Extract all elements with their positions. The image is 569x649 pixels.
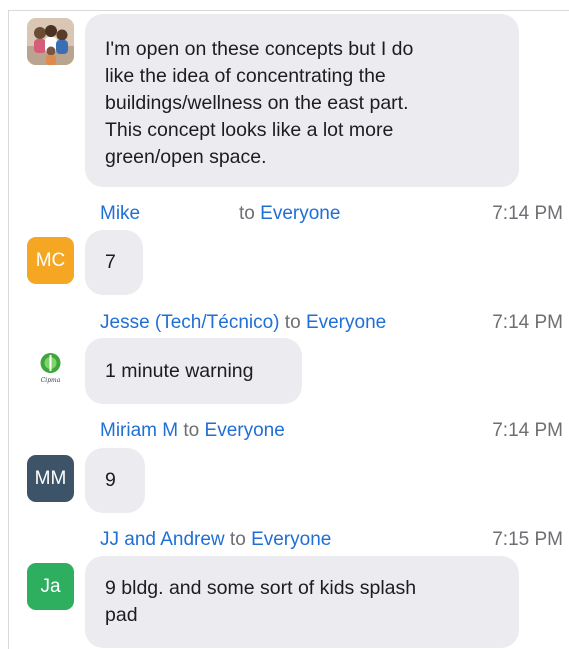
message-text: like the idea of concentrating the (105, 65, 386, 87)
message-bubble[interactable]: 9 bldg. and some sort of kids splash pad (85, 556, 519, 648)
recipient-name[interactable]: Everyone (251, 529, 331, 550)
message-text: I'm open on these concepts but I do (105, 38, 414, 60)
to-label: to (239, 203, 255, 224)
message-header: Mike (100, 202, 140, 226)
message-bubble[interactable]: I'm open on these concepts but I do like… (85, 14, 519, 187)
message-recipient: to Everyone (239, 202, 340, 226)
message-text: 9 bldg. and some sort of kids splash (105, 577, 417, 599)
to-label: to (229, 529, 246, 550)
message-text: 1 minute warning (105, 360, 254, 382)
recipient-name[interactable]: Everyone (260, 203, 340, 224)
family-photo-icon (27, 18, 74, 65)
message-text: buildings/wellness on the east part. (105, 92, 409, 114)
message-text: This concept looks like a lot more (105, 119, 394, 141)
message-time: 7:14 PM (492, 203, 563, 224)
message-header: Jesse (Tech/Técnico) to Everyone (100, 311, 386, 335)
sender-name[interactable]: Miriam M (100, 420, 178, 441)
message-bubble[interactable]: 1 minute warning (85, 338, 302, 404)
avatar-initials: MM (34, 468, 67, 489)
recipient-name[interactable]: Everyone (306, 312, 386, 333)
to-label: to (284, 312, 301, 333)
organization-logo-icon: Cipma (40, 353, 61, 384)
message-text: 9 (105, 469, 116, 491)
message-time: 7:15 PM (492, 529, 563, 550)
message-text: pad (105, 604, 138, 626)
message-header: Miriam M to Everyone (100, 419, 285, 443)
avatar[interactable]: Cipma (27, 346, 74, 393)
message-bubble[interactable]: 7 (85, 230, 143, 295)
message-text: green/open space. (105, 146, 267, 168)
recipient-name[interactable]: Everyone (205, 420, 285, 441)
message-header: JJ and Andrew to Everyone (100, 528, 331, 552)
avatar-initials: Ja (40, 576, 61, 597)
avatar[interactable]: MC (27, 237, 74, 284)
message-text: 7 (105, 251, 116, 273)
sender-name[interactable]: JJ and Andrew (100, 529, 225, 550)
avatar[interactable] (27, 18, 74, 65)
sender-name[interactable]: Jesse (Tech/Técnico) (100, 312, 280, 333)
avatar[interactable]: Ja (27, 563, 74, 610)
message-time: 7:14 PM (492, 420, 563, 441)
to-label: to (183, 420, 200, 441)
sender-name[interactable]: Mike (100, 203, 140, 224)
avatar[interactable]: MM (27, 455, 74, 502)
message-time: 7:14 PM (492, 312, 563, 333)
logo-text: Cipma (41, 377, 61, 384)
chat-panel: I'm open on these concepts but I do like… (8, 10, 569, 649)
avatar-initials: MC (35, 250, 66, 271)
message-bubble[interactable]: 9 (85, 448, 145, 513)
